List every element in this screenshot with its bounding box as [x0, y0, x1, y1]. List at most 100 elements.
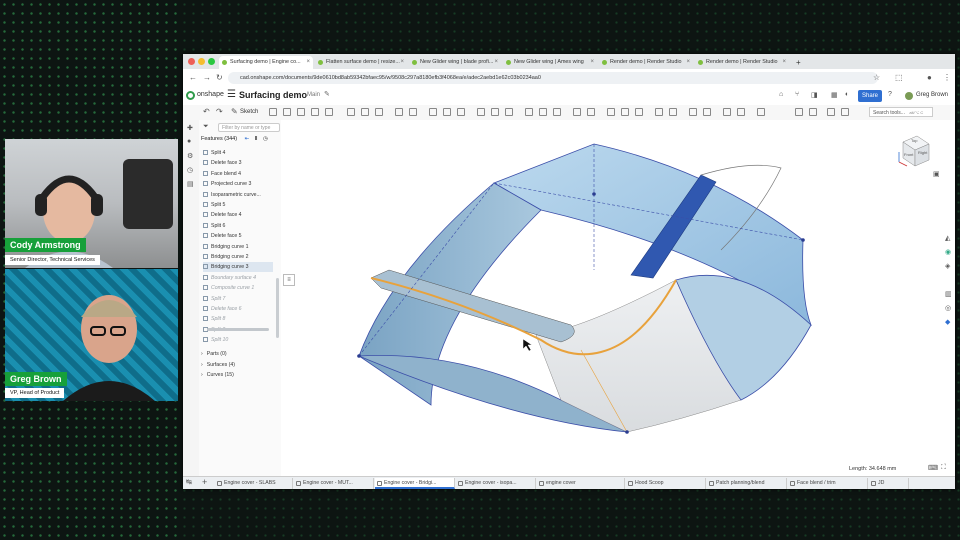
vertex-point[interactable] — [592, 192, 596, 196]
document-tab[interactable]: Face blend / trim — [788, 478, 868, 489]
hamburger-menu-icon[interactable]: ☰ — [227, 89, 236, 100]
plus-icon[interactable]: ✚ — [187, 124, 193, 132]
appearance-panel-icon[interactable]: ◭ — [945, 234, 950, 242]
fillet-icon[interactable] — [347, 108, 355, 116]
measure-panel-icon[interactable]: ◎ — [945, 304, 951, 312]
document-tab[interactable]: JD — [869, 478, 909, 489]
feature-item[interactable]: Delete face 3 — [203, 158, 242, 168]
search-tools-field[interactable]: Search tools... alt/⌥ C — [869, 107, 933, 117]
chevron-right-icon[interactable]: › — [201, 362, 203, 368]
delete-face-icon[interactable] — [505, 108, 513, 116]
custom-panel-icon[interactable]: ◆ — [945, 318, 950, 326]
boundary-surface-icon[interactable] — [655, 108, 663, 116]
close-tab-icon[interactable]: × — [782, 56, 786, 69]
feature-item[interactable]: Delete face 4 — [203, 210, 242, 220]
feature-item[interactable]: Split 8 — [203, 314, 225, 324]
url-field[interactable]: cad.onshape.com/documents/9de0610bd8ab59… — [228, 72, 878, 84]
loft-icon[interactable] — [311, 108, 319, 116]
mass-properties-icon[interactable]: ◈ — [945, 262, 950, 270]
rollback-icon[interactable]: ⇤ — [245, 136, 250, 142]
feature-item[interactable]: Split 5 — [203, 200, 225, 210]
browser-tab[interactable]: Surfacing demo | Engine co... × — [219, 56, 313, 69]
close-tab-icon[interactable]: × — [494, 56, 498, 69]
measure-tool-icon[interactable]: ⛶ — [941, 464, 946, 472]
document-tab[interactable]: Engine cover - MUT... — [294, 478, 374, 489]
browser-tab[interactable]: New Glider wing | Ames wing × — [503, 56, 597, 69]
browser-tab[interactable]: Render demo | Render Studio × — [695, 56, 789, 69]
add-tab-icon[interactable]: + — [202, 477, 207, 487]
feature-item[interactable]: Projected curve 3 — [203, 179, 251, 189]
minimize-window-icon[interactable] — [198, 58, 205, 65]
notification-icon[interactable]: ◨ — [811, 91, 818, 99]
draft-icon[interactable] — [375, 108, 383, 116]
keyboard-icon[interactable]: ⌨ — [928, 464, 938, 472]
chevron-right-icon[interactable]: › — [201, 372, 203, 378]
boolean-icon[interactable] — [457, 108, 465, 116]
extrude-icon[interactable] — [269, 108, 277, 116]
view-cube-right[interactable]: Right — [918, 150, 927, 155]
shell-icon[interactable] — [395, 108, 403, 116]
more-tools-icon[interactable] — [757, 108, 765, 116]
view-cube[interactable]: Top Front Right — [895, 132, 933, 170]
filter-features-input[interactable]: Filter by name or type — [218, 123, 280, 132]
measure-icon[interactable] — [703, 108, 711, 116]
filter-icon[interactable] — [827, 108, 835, 116]
reload-icon[interactable]: ↻ — [216, 73, 223, 82]
selection-icon[interactable] — [841, 108, 849, 116]
view-options-icon[interactable]: ▣ — [933, 170, 940, 178]
feature-item[interactable]: Split 4 — [203, 148, 225, 158]
mate-connector-icon[interactable] — [587, 108, 595, 116]
document-tab[interactable]: Engine cover - Bridgi... — [375, 478, 455, 489]
replace-face-icon[interactable] — [539, 108, 547, 116]
edit-pencil-icon[interactable]: ✎ — [324, 90, 330, 98]
plane-icon[interactable] — [573, 108, 581, 116]
tree-group[interactable]: › Parts (0) — [201, 349, 227, 359]
sketch-icon[interactable]: ✎ — [231, 107, 238, 116]
feature-item[interactable]: Delete face 6 — [203, 304, 242, 314]
vertex-point[interactable] — [801, 238, 805, 242]
undo-icon[interactable]: ↶ — [203, 107, 210, 116]
help-icon[interactable]: ? — [888, 91, 892, 98]
sweep-icon[interactable] — [297, 108, 305, 116]
details-icon[interactable]: ▥ — [945, 290, 952, 298]
feature-item[interactable]: Bridging curve 3 — [203, 262, 273, 273]
revolve-icon[interactable] — [283, 108, 291, 116]
document-tab[interactable]: Patch planning/blend — [707, 478, 787, 489]
appearance-icon[interactable] — [809, 108, 817, 116]
bookmark-star-icon[interactable]: ☆ — [873, 73, 880, 82]
branch-icon[interactable]: ⑂ — [795, 91, 799, 98]
tree-group[interactable]: › Curves (15) — [201, 370, 234, 380]
document-tab[interactable]: Engine cover - isopa... — [456, 478, 536, 489]
document-tab[interactable]: engine cover — [537, 478, 625, 489]
document-title[interactable]: Surfacing demo — [239, 90, 307, 100]
close-window-icon[interactable] — [188, 58, 195, 65]
hole-icon[interactable] — [409, 108, 417, 116]
vertex-point[interactable] — [357, 354, 361, 358]
pattern-icon[interactable] — [429, 108, 437, 116]
close-tab-icon[interactable]: × — [400, 56, 404, 69]
feature-item[interactable]: Composite curve 1 — [203, 283, 254, 293]
tree-group[interactable]: › Surfaces (4) — [201, 360, 235, 370]
collapse-panel-icon[interactable]: ≡ — [283, 274, 295, 286]
new-tab-button[interactable]: + — [793, 56, 807, 69]
back-icon[interactable]: ← — [189, 73, 197, 82]
offset-surface-icon[interactable] — [553, 108, 561, 116]
feature-list-scrollbar[interactable] — [276, 278, 279, 338]
redo-icon[interactable]: ↷ — [216, 107, 223, 116]
close-tab-icon[interactable]: × — [686, 56, 690, 69]
browser-tab[interactable]: Flatten surface demo | resize... × — [315, 56, 407, 69]
browser-tab[interactable]: New Glider wing | blade profi... × — [409, 56, 501, 69]
view-options-icon[interactable] — [795, 108, 803, 116]
close-tab-icon[interactable]: × — [306, 56, 310, 69]
feature-item[interactable]: Split 6 — [203, 221, 225, 231]
browser-menu-icon[interactable]: ⋮ — [943, 73, 951, 82]
cad-model[interactable] — [281, 120, 955, 476]
browser-tab[interactable]: Render demo | Render Studio × — [599, 56, 693, 69]
split-icon[interactable] — [477, 108, 485, 116]
forward-icon[interactable]: → — [203, 73, 211, 82]
section-view-icon[interactable] — [723, 108, 731, 116]
feature-item[interactable]: Split 7 — [203, 294, 225, 304]
document-tab[interactable]: Engine cover - SLABS — [215, 478, 293, 489]
move-face-icon[interactable] — [525, 108, 533, 116]
branch-label[interactable]: Main — [307, 92, 320, 98]
